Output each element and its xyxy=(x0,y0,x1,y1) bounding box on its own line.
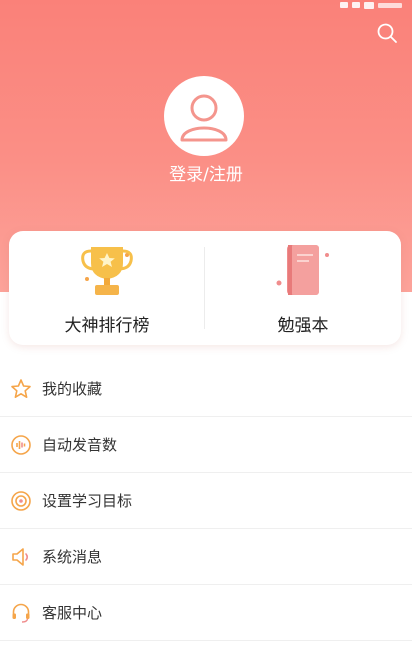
menu-item-label: 我的收藏 xyxy=(42,380,103,398)
leaderboard-button[interactable]: 大神排行榜 xyxy=(9,231,205,345)
profile-page: 登录/注册 大神排行榜 勉强本 我的收藏 自动发音数 设置学习目标 系统消息 客… xyxy=(0,0,412,651)
leaderboard-label: 大神排行榜 xyxy=(64,316,150,336)
menu-item-label: 设置学习目标 xyxy=(42,492,133,510)
menu-item-auto-pronunciation[interactable]: 自动发音数 xyxy=(0,417,412,473)
menu-item-favorites[interactable]: 我的收藏 xyxy=(0,361,412,417)
star-icon xyxy=(10,378,32,400)
menu-item-label: 客服中心 xyxy=(42,604,103,622)
login-register-link[interactable]: 登录/注册 xyxy=(0,160,412,185)
status-bar xyxy=(340,0,402,10)
notebook-button[interactable]: 勉强本 xyxy=(205,231,401,345)
trophy-icon xyxy=(77,241,137,299)
quick-links-card: 大神排行榜 勉强本 xyxy=(9,231,401,345)
headset-icon xyxy=(10,602,32,624)
menu-item-label: 自动发音数 xyxy=(42,436,118,454)
target-icon xyxy=(10,490,32,512)
menu-item-label: 系统消息 xyxy=(42,548,103,566)
menu-item-learning-goal[interactable]: 设置学习目标 xyxy=(0,473,412,529)
notebook-label: 勉强本 xyxy=(277,316,329,336)
menu-item-system-messages[interactable]: 系统消息 xyxy=(0,529,412,585)
settings-menu: 我的收藏 自动发音数 设置学习目标 系统消息 客服中心 xyxy=(0,361,412,641)
user-avatar-icon[interactable] xyxy=(164,76,244,156)
menu-item-customer-service[interactable]: 客服中心 xyxy=(0,585,412,641)
notebook-icon xyxy=(273,241,333,299)
sound-wave-icon xyxy=(10,434,32,456)
search-icon[interactable] xyxy=(376,22,398,44)
speaker-icon xyxy=(10,546,32,568)
